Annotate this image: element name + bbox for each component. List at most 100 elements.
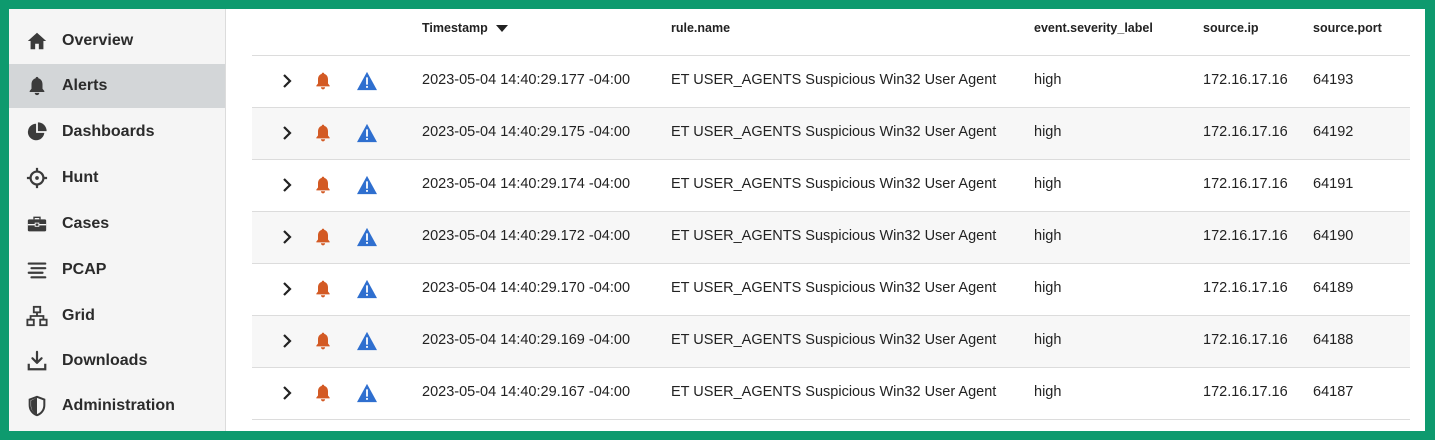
cell-source-port: 64192 xyxy=(1313,124,1354,140)
cell-source-port: 64187 xyxy=(1313,384,1354,400)
cell-rule-name: ET USER_AGENTS Suspicious Win32 User Age… xyxy=(671,332,997,348)
cell-source-ip: 172.16.17.16 xyxy=(1203,124,1288,140)
cell-source-ip: 172.16.17.16 xyxy=(1203,228,1288,244)
header-severity[interactable]: event.severity_label xyxy=(1034,21,1153,35)
sort-desc-icon[interactable] xyxy=(495,22,509,36)
header-source-port[interactable]: source.port xyxy=(1313,21,1382,35)
cell-severity: high xyxy=(1034,332,1062,348)
chevron-right-icon[interactable] xyxy=(276,330,298,352)
bell-icon[interactable] xyxy=(312,278,334,300)
home-icon xyxy=(25,29,49,53)
sidebar-item-label: Alerts xyxy=(62,77,108,94)
cell-source-ip: 172.16.17.16 xyxy=(1203,72,1288,88)
cell-timestamp: 2023-05-04 14:40:29.170 -04:00 xyxy=(422,280,631,296)
alerts-main: Timestamp rule.name event.severity_label… xyxy=(226,9,1425,431)
cell-source-ip: 172.16.17.16 xyxy=(1203,176,1288,192)
cell-timestamp: 2023-05-04 14:40:29.167 -04:00 xyxy=(422,384,631,400)
chevron-right-icon[interactable] xyxy=(276,278,298,300)
sidebar-item-downloads[interactable]: Downloads xyxy=(9,339,225,383)
cell-rule-name: ET USER_AGENTS Suspicious Win32 User Age… xyxy=(671,228,997,244)
cell-severity: high xyxy=(1034,384,1062,400)
warning-icon xyxy=(356,70,378,92)
cell-timestamp: 2023-05-04 14:40:29.177 -04:00 xyxy=(422,72,631,88)
sidebar-item-alerts[interactable]: Alerts xyxy=(9,64,225,108)
header-source-ip[interactable]: source.ip xyxy=(1203,21,1259,35)
cell-source-port: 64190 xyxy=(1313,228,1354,244)
cell-severity: high xyxy=(1034,228,1062,244)
warning-icon xyxy=(356,330,378,352)
cell-timestamp: 2023-05-04 14:40:29.175 -04:00 xyxy=(422,124,631,140)
table-header: Timestamp rule.name event.severity_label… xyxy=(252,9,1410,56)
bell-icon[interactable] xyxy=(312,174,334,196)
warning-icon xyxy=(356,174,378,196)
warning-icon xyxy=(356,122,378,144)
download-icon xyxy=(25,349,49,373)
briefcase-icon xyxy=(25,212,49,236)
sidebar-item-pcap[interactable]: PCAP xyxy=(9,248,225,292)
sidebar-item-label: Hunt xyxy=(62,169,99,186)
chevron-right-icon[interactable] xyxy=(276,174,298,196)
shield-icon xyxy=(25,394,49,418)
cell-rule-name: ET USER_AGENTS Suspicious Win32 User Age… xyxy=(671,280,997,296)
bell-icon[interactable] xyxy=(312,122,334,144)
header-rule-name[interactable]: rule.name xyxy=(671,21,730,35)
alerts-table: Timestamp rule.name event.severity_label… xyxy=(252,9,1410,420)
sidebar-item-grid[interactable]: Grid xyxy=(9,294,225,338)
table-row[interactable]: 2023-05-04 14:40:29.175 -04:00 ET USER_A… xyxy=(252,108,1410,160)
warning-icon xyxy=(356,382,378,404)
sidebar-item-label: Administration xyxy=(62,397,175,414)
table-row[interactable]: 2023-05-04 14:40:29.169 -04:00 ET USER_A… xyxy=(252,316,1410,368)
table-row[interactable]: 2023-05-04 14:40:29.170 -04:00 ET USER_A… xyxy=(252,264,1410,316)
crosshair-icon xyxy=(25,166,49,190)
cell-source-port: 64191 xyxy=(1313,176,1354,192)
sidebar-item-label: Cases xyxy=(62,215,110,232)
header-timestamp[interactable]: Timestamp xyxy=(422,21,509,36)
header-label: Timestamp xyxy=(422,21,488,35)
sidebar-nav: Overview Alerts Dashboards Hunt Cases PC… xyxy=(9,9,226,431)
chevron-right-icon[interactable] xyxy=(276,226,298,248)
chevron-right-icon[interactable] xyxy=(276,70,298,92)
table-row[interactable]: 2023-05-04 14:40:29.177 -04:00 ET USER_A… xyxy=(252,56,1410,108)
table-row[interactable]: 2023-05-04 14:40:29.174 -04:00 ET USER_A… xyxy=(252,160,1410,212)
cell-rule-name: ET USER_AGENTS Suspicious Win32 User Age… xyxy=(671,384,997,400)
cell-source-port: 64188 xyxy=(1313,332,1354,348)
cell-source-ip: 172.16.17.16 xyxy=(1203,384,1288,400)
bell-icon xyxy=(25,74,49,98)
sidebar-item-administration[interactable]: Administration xyxy=(9,384,225,428)
warning-icon xyxy=(356,226,378,248)
pie-chart-icon xyxy=(25,120,49,144)
warning-icon xyxy=(356,278,378,300)
bell-icon[interactable] xyxy=(312,330,334,352)
sidebar-item-label: PCAP xyxy=(62,261,107,278)
cell-severity: high xyxy=(1034,124,1062,140)
sidebar-item-label: Overview xyxy=(62,32,134,49)
table-row[interactable]: 2023-05-04 14:40:29.167 -04:00 ET USER_A… xyxy=(252,368,1410,420)
table-body: 2023-05-04 14:40:29.177 -04:00 ET USER_A… xyxy=(252,56,1410,420)
cell-timestamp: 2023-05-04 14:40:29.172 -04:00 xyxy=(422,228,631,244)
cell-rule-name: ET USER_AGENTS Suspicious Win32 User Age… xyxy=(671,176,997,192)
cell-source-port: 64189 xyxy=(1313,280,1354,296)
sidebar-item-overview[interactable]: Overview xyxy=(9,19,225,63)
cell-rule-name: ET USER_AGENTS Suspicious Win32 User Age… xyxy=(671,124,997,140)
chevron-right-icon[interactable] xyxy=(276,382,298,404)
table-row[interactable]: 2023-05-04 14:40:29.172 -04:00 ET USER_A… xyxy=(252,212,1410,264)
bell-icon[interactable] xyxy=(312,226,334,248)
chevron-right-icon[interactable] xyxy=(276,122,298,144)
cell-timestamp: 2023-05-04 14:40:29.169 -04:00 xyxy=(422,332,631,348)
cell-source-ip: 172.16.17.16 xyxy=(1203,280,1288,296)
cell-severity: high xyxy=(1034,176,1062,192)
sidebar-item-cases[interactable]: Cases xyxy=(9,202,225,246)
sidebar-item-label: Grid xyxy=(62,307,95,324)
cell-source-ip: 172.16.17.16 xyxy=(1203,332,1288,348)
stream-lines-icon xyxy=(25,258,49,282)
sidebar-item-label: Dashboards xyxy=(62,123,155,140)
cell-timestamp: 2023-05-04 14:40:29.174 -04:00 xyxy=(422,176,631,192)
cell-source-port: 64193 xyxy=(1313,72,1354,88)
sidebar-item-label: Downloads xyxy=(62,352,148,369)
bell-icon[interactable] xyxy=(312,70,334,92)
cell-severity: high xyxy=(1034,280,1062,296)
cell-rule-name: ET USER_AGENTS Suspicious Win32 User Age… xyxy=(671,72,997,88)
bell-icon[interactable] xyxy=(312,382,334,404)
sidebar-item-dashboards[interactable]: Dashboards xyxy=(9,110,225,154)
sidebar-item-hunt[interactable]: Hunt xyxy=(9,156,225,200)
